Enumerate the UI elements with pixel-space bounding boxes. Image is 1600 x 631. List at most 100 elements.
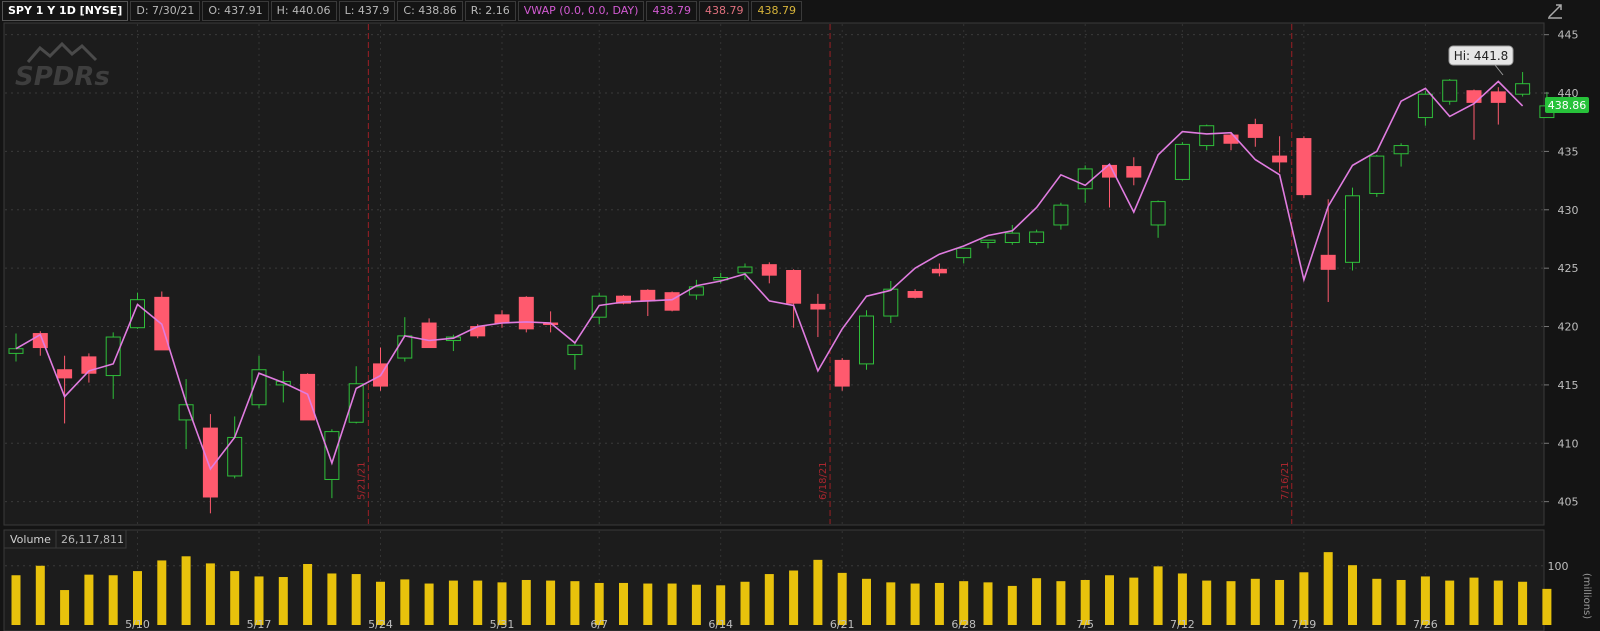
candle-body bbox=[567, 344, 583, 356]
volume-tick-label: 100 bbox=[1548, 560, 1569, 573]
volume-bar bbox=[740, 581, 750, 625]
volume-bar bbox=[570, 581, 580, 625]
volume-value: 26,117,811 bbox=[61, 533, 124, 546]
x-tick-label: 7/5 bbox=[1076, 618, 1094, 631]
event-marker-label: 6/18/21 bbox=[818, 461, 829, 500]
candle-body bbox=[105, 336, 121, 377]
candle-body bbox=[737, 266, 753, 274]
price-tick-label: 420 bbox=[1558, 321, 1579, 334]
volume-bar bbox=[473, 580, 483, 625]
x-tick-label: 6/14 bbox=[708, 618, 733, 631]
candle-body bbox=[883, 288, 899, 317]
candle bbox=[1174, 142, 1190, 181]
volume-bar bbox=[1493, 580, 1503, 625]
volume-bar bbox=[521, 579, 531, 625]
volume-bar bbox=[181, 556, 191, 625]
candle bbox=[421, 318, 437, 349]
volume-bar bbox=[157, 560, 167, 625]
candle-body bbox=[664, 292, 680, 311]
candle-body bbox=[1345, 195, 1360, 263]
candle bbox=[518, 296, 534, 333]
candle-body bbox=[786, 269, 802, 304]
volume-bar bbox=[60, 590, 70, 625]
volume-bar bbox=[1445, 580, 1455, 625]
price-chart[interactable]: SPDRs 5/21/21 6/18/21 7/16/21 405 410 415 420… bbox=[0, 0, 1600, 631]
volume-bar bbox=[278, 577, 288, 625]
volume-bar bbox=[983, 582, 993, 625]
x-tick-label: 6/21 bbox=[830, 618, 855, 631]
volume-bar bbox=[205, 563, 215, 625]
volume-bar bbox=[133, 571, 142, 625]
candle-body bbox=[1150, 201, 1166, 226]
volume-bar bbox=[1275, 579, 1285, 625]
candle-body bbox=[956, 247, 972, 259]
volume-bar bbox=[1348, 565, 1357, 625]
volume-bar bbox=[1518, 581, 1528, 625]
candle-body bbox=[810, 303, 826, 310]
x-tick-label: 5/31 bbox=[490, 618, 515, 631]
volume-bar bbox=[667, 583, 677, 625]
candle-body bbox=[1296, 138, 1312, 196]
x-tick-label: 5/24 bbox=[368, 618, 393, 631]
candle-body bbox=[931, 268, 947, 274]
volume-bar bbox=[1153, 566, 1163, 625]
x-tick-label: 6/7 bbox=[590, 618, 608, 631]
volume-label: Volume bbox=[10, 533, 51, 546]
candle-body bbox=[1126, 166, 1142, 178]
candle-body bbox=[1199, 125, 1215, 147]
volume-bar bbox=[35, 565, 45, 625]
price-tick-label: 405 bbox=[1558, 496, 1579, 509]
price-tick-label: 410 bbox=[1558, 437, 1579, 450]
event-marker-label: 7/16/21 bbox=[1280, 461, 1291, 500]
volume-axis-label: (millions) bbox=[1581, 573, 1592, 619]
candle bbox=[1345, 187, 1360, 271]
volume-bar bbox=[327, 573, 337, 625]
event-marker-label: 5/21/21 bbox=[356, 461, 367, 500]
price-tick-label: 435 bbox=[1558, 145, 1579, 158]
candle-body bbox=[1369, 155, 1385, 194]
candle-body bbox=[518, 296, 534, 330]
volume-bar bbox=[862, 578, 871, 625]
candle bbox=[859, 310, 874, 370]
candle-body bbox=[1490, 91, 1506, 103]
candle-body bbox=[324, 431, 340, 480]
last-price-badge: 438.86 bbox=[1545, 97, 1589, 113]
volume-bar bbox=[910, 583, 920, 625]
volume-bar bbox=[11, 575, 21, 625]
candle-body bbox=[1174, 143, 1190, 180]
volume-bar bbox=[1056, 581, 1066, 625]
volume-bar bbox=[1105, 575, 1114, 625]
candle-body bbox=[1004, 232, 1020, 243]
volume-bar bbox=[400, 579, 410, 625]
candle-body bbox=[834, 359, 850, 387]
price-tick-label: 430 bbox=[1558, 204, 1579, 217]
candle-body bbox=[1320, 254, 1336, 270]
volume-bar bbox=[1032, 578, 1042, 625]
candle-body bbox=[907, 291, 923, 298]
candle-body bbox=[1417, 93, 1433, 119]
x-tick-label: 7/12 bbox=[1170, 618, 1195, 631]
candle-body bbox=[300, 373, 316, 421]
price-tick-label: 425 bbox=[1558, 262, 1579, 275]
candle-body bbox=[421, 322, 437, 349]
volume-bar bbox=[351, 574, 361, 625]
price-tick-label: 415 bbox=[1558, 379, 1579, 392]
volume-bar bbox=[1396, 579, 1406, 625]
volume-bar bbox=[108, 575, 118, 625]
candle bbox=[834, 358, 850, 391]
volume-bar bbox=[448, 580, 458, 625]
candle-body bbox=[761, 264, 777, 276]
volume-bar bbox=[84, 574, 94, 625]
volume-bar bbox=[1129, 577, 1139, 625]
volume-bar bbox=[1542, 588, 1552, 625]
volume-bar bbox=[230, 571, 240, 625]
volume-bar bbox=[303, 563, 313, 625]
candle bbox=[1296, 136, 1312, 199]
candle bbox=[1029, 229, 1045, 245]
candle-body bbox=[494, 314, 510, 324]
candle-body bbox=[57, 369, 73, 379]
volume-bar bbox=[546, 580, 556, 625]
volume-bar bbox=[691, 584, 701, 625]
volume-bar bbox=[619, 582, 628, 625]
volume-bar bbox=[1250, 578, 1260, 625]
